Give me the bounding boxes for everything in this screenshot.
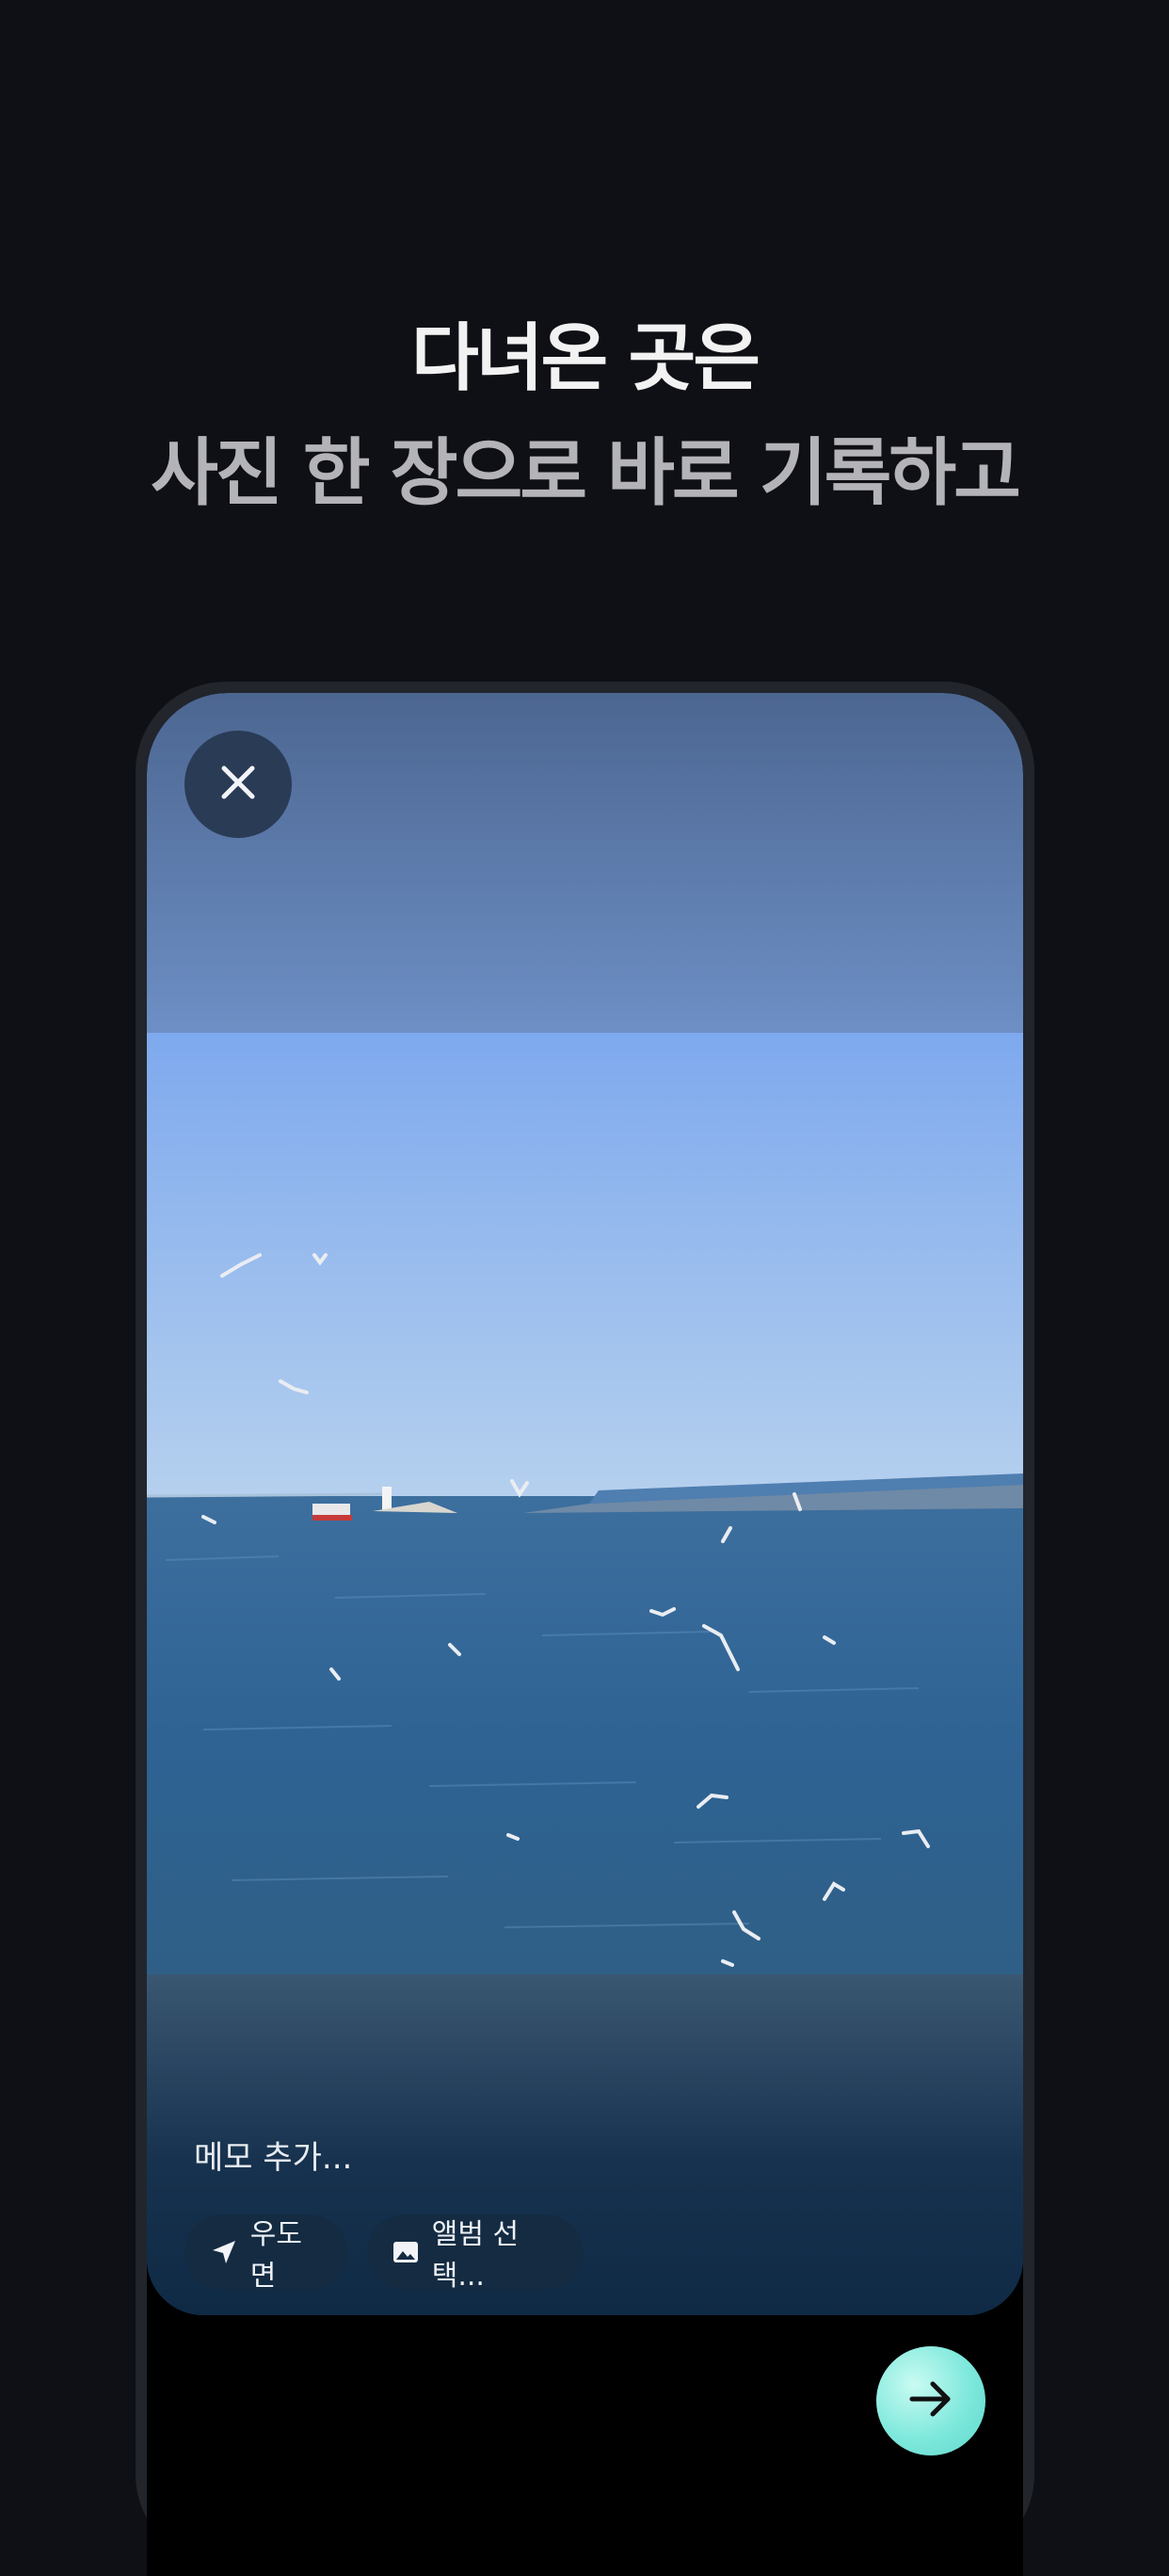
photo-card: 메모 추가... 우도면 앨범 선택...	[147, 693, 1023, 2315]
next-button[interactable]	[876, 2346, 985, 2455]
location-chip-label: 우도면	[249, 2218, 302, 2293]
photo-top-overlay	[147, 693, 1023, 1033]
close-button[interactable]	[184, 731, 292, 838]
phone-screen: 메모 추가... 우도면 앨범 선택...	[147, 693, 1023, 2576]
headline-line-2: 사진 한 장으로 바로 기록하고	[151, 431, 1021, 516]
sea-photo	[147, 1033, 1023, 1974]
album-chip-label: 앨범 선택...	[431, 2218, 520, 2293]
phone-mockup: 메모 추가... 우도면 앨범 선택...	[136, 682, 1034, 2576]
image-icon	[392, 2236, 421, 2268]
close-icon	[218, 763, 258, 806]
arrow-right-icon	[905, 2373, 957, 2429]
memo-input[interactable]: 메모 추가...	[194, 2132, 352, 2178]
headline-line-1: 다녀온 곳은	[411, 316, 761, 401]
album-select-chip[interactable]: 앨범 선택...	[367, 2214, 583, 2293]
navigation-arrow-icon	[209, 2236, 239, 2268]
location-chip[interactable]: 우도면	[184, 2214, 347, 2293]
